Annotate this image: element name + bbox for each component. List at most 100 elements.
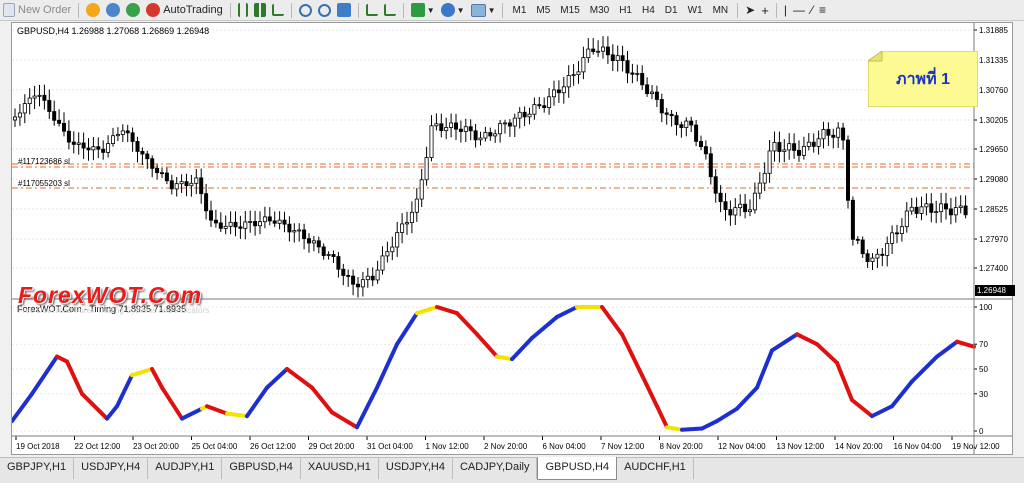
tab-gbpjpy-h1[interactable]: GBPJPY,H1 [0, 458, 75, 479]
line-chart-button[interactable] [269, 1, 287, 19]
bull-candle [483, 132, 488, 139]
oscillator-segment [310, 385, 334, 415]
bull-candle [512, 117, 517, 127]
market-watch-button[interactable] [83, 1, 103, 19]
bear-candle [963, 205, 968, 216]
trendline-icon: ⁄ [810, 3, 813, 17]
bull-candle [223, 225, 228, 229]
bull-candle [919, 206, 924, 214]
timeframe-m15[interactable]: M15 [555, 5, 584, 16]
bull-candle [806, 141, 811, 147]
timeframe-mn[interactable]: MN [708, 5, 734, 16]
bear-candle [164, 172, 169, 182]
timeframe-m30[interactable]: M30 [585, 5, 614, 16]
bear-candle [316, 240, 321, 248]
horizontal-line-button[interactable]: — [790, 1, 808, 19]
bear-candle [47, 99, 52, 112]
bull-candle [12, 116, 18, 121]
bull-candle [429, 125, 434, 158]
templates-button[interactable]: ▼ [468, 1, 499, 19]
chart-tabs: GBPJPY,H1 USDJPY,H4 AUDJPY,H1 GBPUSD,H4 … [0, 457, 1024, 483]
bull-candle [650, 91, 655, 95]
bear-candle [140, 151, 145, 155]
crosshair-button[interactable]: + [758, 1, 772, 19]
bull-candle [390, 246, 395, 253]
bar-chart-button[interactable] [235, 1, 251, 19]
tab-audjpy-h1[interactable]: AUDJPY,H1 [148, 458, 223, 479]
oscillator-segment [680, 426, 704, 432]
bear-candle [302, 229, 307, 240]
bull-candle [37, 94, 42, 97]
candlestick-button[interactable] [251, 1, 269, 19]
time-tick-label: 13 Nov 12:00 [777, 442, 825, 451]
oscillator-segment [850, 398, 874, 419]
timeframe-d1[interactable]: D1 [660, 5, 683, 16]
indicators-button[interactable]: ▼ [408, 1, 438, 19]
tab-gbpusd-h4-active[interactable]: GBPUSD,H4 [537, 457, 618, 480]
chart-shift-button[interactable] [363, 1, 381, 19]
bear-candle [895, 232, 900, 235]
bull-candle [601, 46, 606, 52]
bull-candle [400, 223, 405, 233]
price-tick-label: 1.31335 [979, 56, 1008, 65]
bull-candle [174, 183, 179, 190]
bear-candle [336, 256, 341, 270]
bull-candle [243, 221, 248, 229]
tab-usdjpy-h4[interactable]: USDJPY,H4 [74, 458, 149, 479]
bull-candle [385, 251, 390, 257]
tab-usdjpy-h4-2[interactable]: USDJPY,H4 [379, 458, 453, 479]
channel-icon: ≡ [818, 3, 826, 17]
tab-xauusd-h1[interactable]: XAUUSD,H1 [301, 458, 379, 479]
bull-candle [953, 207, 958, 216]
bear-candle [125, 130, 130, 134]
tab-audchf-h1[interactable]: AUDCHF,H1 [617, 458, 694, 479]
bull-candle [635, 72, 640, 75]
timeframe-h4[interactable]: H4 [637, 5, 660, 16]
bull-candle [76, 142, 81, 145]
timeframe-m1[interactable]: M1 [507, 5, 531, 16]
bear-candle [101, 148, 106, 153]
bull-candle [409, 211, 414, 224]
zoom-out-button[interactable] [315, 1, 334, 19]
chart-window[interactable]: 1.31885 1.31335 1.30760 1.30205 1.29650 1.290… [11, 22, 1015, 455]
autoscroll-button[interactable] [381, 1, 399, 19]
bear-candle [306, 238, 311, 244]
trendline-button[interactable]: ⁄ [808, 1, 816, 19]
chart-canvas[interactable]: 1.31885 1.31335 1.30760 1.30205 1.29650 1.290… [12, 23, 1012, 454]
bull-candle [189, 182, 194, 187]
chevron-down-icon: ▼ [426, 5, 435, 15]
auto-trading-button[interactable]: AutoTrading [143, 1, 226, 19]
tile-windows-button[interactable] [334, 1, 354, 19]
bear-candle [625, 60, 630, 74]
timeframe-h1[interactable]: H1 [614, 5, 637, 16]
channel-button[interactable]: ≡ [816, 1, 829, 19]
zoom-in-button[interactable] [296, 1, 315, 19]
experts-button[interactable] [103, 1, 123, 19]
bear-candle [777, 142, 782, 152]
tab-gbpusd-h4[interactable]: GBPUSD,H4 [222, 458, 301, 479]
time-tick-label: 26 Oct 12:00 [250, 442, 296, 451]
signals-button[interactable] [123, 1, 143, 19]
bear-candle [713, 176, 718, 194]
vertical-line-button[interactable]: | [781, 1, 790, 19]
bear-candle [542, 105, 547, 108]
bull-candle [179, 181, 184, 185]
new-order-button[interactable]: New Order [0, 1, 74, 19]
time-tick-label: 19 Oct 2018 [16, 442, 60, 451]
bear-candle [458, 128, 463, 132]
oscillator-segment [245, 385, 269, 419]
oscillator-segment [835, 360, 854, 402]
bear-candle [507, 122, 512, 127]
line-chart-icon [271, 4, 284, 16]
timeframe-w1[interactable]: W1 [683, 5, 708, 16]
bear-candle [645, 84, 650, 95]
tab-cadjpy-daily[interactable]: CADJPY,Daily [453, 458, 538, 479]
timeframe-m5[interactable]: M5 [531, 5, 555, 16]
bull-candle [463, 126, 468, 132]
periods-button[interactable]: ▼ [438, 1, 468, 19]
bear-candle [605, 46, 610, 56]
cursor-button[interactable]: ➤ [742, 1, 758, 19]
bull-candle [552, 89, 557, 98]
time-tick-label: 19 Nov 12:00 [952, 442, 1000, 451]
oscillator-segment [375, 342, 399, 390]
